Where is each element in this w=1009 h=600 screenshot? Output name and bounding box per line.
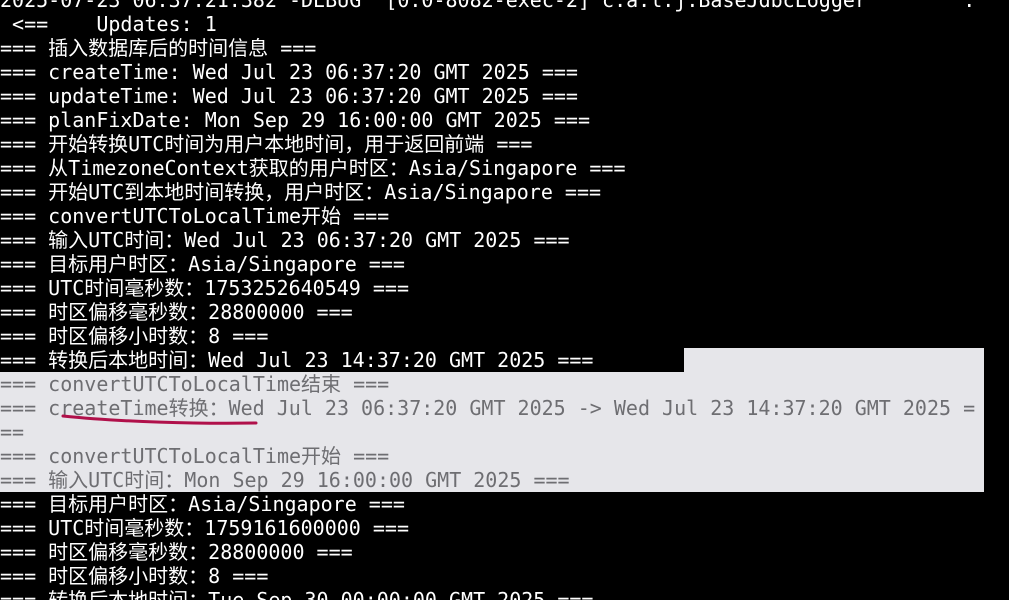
log-line: === planFixDate: Mon Sep 29 16:00:00 GMT… xyxy=(0,108,591,132)
log-line: === 插入数据库后的时间信息 === xyxy=(0,36,317,60)
log-line: === 开始UTC到本地时间转换，用户时区：Asia/Singapore === xyxy=(0,180,602,204)
log-line: === 时区偏移毫秒数：28800000 === xyxy=(0,300,353,324)
log-line: === 开始转换UTC时间为用户本地时间，用于返回前端 === xyxy=(0,132,533,156)
terminal-window[interactable]: 2025-07-23 06:37:21.382 -DEBUG [0.0-8082… xyxy=(0,0,1009,600)
log-line: === 目标用户时区：Asia/Singapore === xyxy=(0,492,405,516)
log-line: === 时区偏移小时数：8 === xyxy=(0,564,269,588)
text-selection-highlight xyxy=(684,348,984,372)
log-line: === 目标用户时区：Asia/Singapore === xyxy=(0,252,405,276)
log-line-selected: === createTime转换：Wed Jul 23 06:37:20 GMT… xyxy=(0,396,976,420)
log-line-selected: === 输入UTC时间：Mon Sep 29 16:00:00 GMT 2025… xyxy=(0,468,570,492)
log-line-selected: === convertUTCToLocalTime结束 === xyxy=(0,372,390,396)
log-line-selected: === convertUTCToLocalTime开始 === xyxy=(0,444,390,468)
log-line-selected: == xyxy=(0,420,25,444)
log-line: === 时区偏移小时数：8 === xyxy=(0,324,269,348)
log-line: === UTC时间毫秒数：1753252640549 === xyxy=(0,276,409,300)
log-line: <== Updates: 1 xyxy=(0,12,217,36)
log-line: 2025-07-23 06:37:21.382 -DEBUG [0.0-8082… xyxy=(0,0,976,12)
log-line: === 时区偏移毫秒数：28800000 === xyxy=(0,540,353,564)
log-line: === 从TimezoneContext获取的用户时区：Asia/Singapo… xyxy=(0,156,626,180)
log-line: === UTC时间毫秒数：1759161600000 === xyxy=(0,516,409,540)
log-line: === 转换后本地时间：Tue Sep 30 00:00:00 GMT 2025… xyxy=(0,588,594,600)
log-line: === updateTime: Wed Jul 23 06:37:20 GMT … xyxy=(0,84,578,108)
log-line: === 转换后本地时间：Wed Jul 23 14:37:20 GMT 2025… xyxy=(0,348,594,372)
log-line: === 输入UTC时间：Wed Jul 23 06:37:20 GMT 2025… xyxy=(0,228,570,252)
log-line: === convertUTCToLocalTime开始 === xyxy=(0,204,390,228)
log-line: === createTime: Wed Jul 23 06:37:20 GMT … xyxy=(0,60,578,84)
